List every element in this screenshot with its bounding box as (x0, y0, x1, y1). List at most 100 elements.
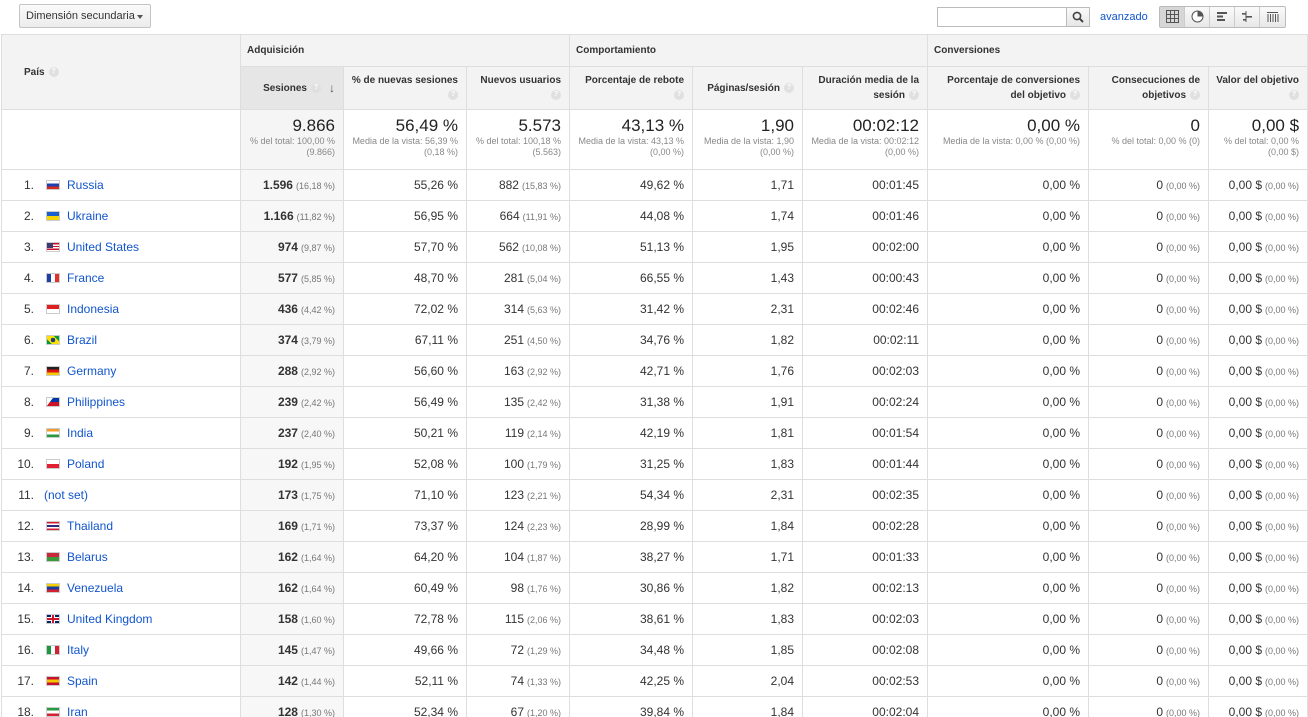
sessions-value: 239 (277, 395, 298, 409)
country-link[interactable]: Ukraine (67, 209, 108, 223)
country-link[interactable]: Spain (67, 674, 98, 688)
country-link[interactable]: Italy (67, 643, 89, 657)
sessions-value: 192 (277, 457, 298, 471)
sessions-pct: (1,44 %) (300, 677, 335, 687)
new-users-pct: (1,76 %) (527, 584, 562, 594)
pivot-view-button[interactable] (1260, 7, 1285, 27)
help-icon[interactable]: ? (448, 90, 458, 101)
new-sessions-cell: 55,26 % (343, 169, 467, 201)
goal-completions-value: 0 (1156, 178, 1163, 192)
new-users-cell: 119 (2,14 %) (465, 417, 571, 449)
summary-value: 43,13 % (621, 116, 685, 135)
country-link[interactable]: India (67, 426, 93, 440)
help-icon[interactable]: ? (909, 90, 920, 101)
country-link[interactable]: Belarus (67, 550, 108, 564)
new-users-pct: (1,87 %) (527, 553, 562, 563)
goal-completions-cell: 0 (0,00 %) (1088, 634, 1210, 666)
country-link[interactable]: Russia (67, 178, 104, 192)
country-cell: 8. Philippines (1, 386, 241, 418)
sessions-value: 577 (277, 271, 298, 285)
country-link[interactable]: Venezuela (67, 581, 123, 595)
table-row: 8. Philippines 239 (2,42 %) 56,49 % 135 (2,42 … (1, 386, 1308, 418)
search-button[interactable] (1067, 7, 1090, 27)
country-link[interactable]: France (67, 271, 104, 285)
avg-duration-cell: 00:02:35 (802, 479, 929, 511)
sessions-value: 374 (277, 333, 298, 347)
comparison-view-button[interactable] (1235, 7, 1260, 27)
flag-by-icon (46, 552, 60, 562)
column-header-new-users[interactable]: Nuevos usuarios? (465, 66, 571, 110)
country-link[interactable]: Iran (67, 705, 88, 717)
country-link[interactable]: Indonesia (67, 302, 119, 316)
help-icon[interactable]: ? (1289, 90, 1300, 101)
dimension-header-country[interactable]: País? (1, 34, 241, 110)
pie-view-button[interactable] (1185, 7, 1210, 27)
summary-bounce-rate: 43,13 % Media de la vista: 43,13 % (0,00 … (569, 109, 694, 170)
goal-value-cell: 0,00 $ (0,00 %) (1208, 634, 1308, 666)
flag-fr-icon (46, 273, 60, 283)
conversion-rate-cell: 0,00 % (927, 479, 1090, 511)
column-header-goal-conversion-rate[interactable]: Porcentaje de conversiones del objetivo? (927, 66, 1090, 110)
column-header-label: Porcentaje de rebote (585, 75, 685, 86)
bounce-rate-cell: 31,38 % (569, 386, 694, 418)
column-header-sessions[interactable]: Sesiones? ↓ (240, 66, 344, 110)
column-header-pages-per-session[interactable]: Páginas/sesión? (692, 66, 804, 110)
goal-value-value: 0,00 $ (1228, 550, 1263, 564)
goal-completions-cell: 0 (0,00 %) (1088, 200, 1210, 232)
country-link[interactable]: Germany (67, 364, 116, 378)
goal-completions-value: 0 (1156, 333, 1163, 347)
summary-value: 5.573 (518, 116, 562, 135)
goal-completions-pct: (0,00 %) (1166, 181, 1201, 191)
table-view-icon (1166, 10, 1179, 23)
help-icon[interactable]: ? (48, 66, 59, 77)
sessions-cell: 158 (1,60 %) (240, 603, 344, 635)
new-users-cell: 882 (15,83 %) (465, 169, 571, 201)
country-link[interactable]: Brazil (67, 333, 97, 347)
summary-value: 00:02:12 (852, 116, 920, 135)
summary-goal-completions: 0% del total: 0,00 % (0) (1088, 109, 1210, 170)
goal-value-cell: 0,00 $ (0,00 %) (1208, 262, 1308, 294)
country-link[interactable]: (not set) (44, 488, 88, 502)
sessions-value: 1.166 (263, 209, 294, 223)
goal-completions-pct: (0,00 %) (1166, 584, 1201, 594)
summary-subtext: % del total: 0,00 % (0,00 $) (1223, 136, 1300, 157)
performance-view-button[interactable] (1210, 7, 1235, 27)
advanced-filter-link[interactable]: avanzado (1100, 11, 1148, 23)
column-header-avg-session-duration[interactable]: Duración media de la sesión? (802, 66, 929, 110)
goal-completions-pct: (0,00 %) (1166, 429, 1201, 439)
country-link[interactable]: United Kingdom (67, 612, 152, 626)
sessions-pct: (1,47 %) (300, 646, 335, 656)
column-header-goal-value[interactable]: Valor del objetivo? (1208, 66, 1308, 110)
goal-value-pct: (0,00 %) (1265, 398, 1300, 408)
table-search-input[interactable] (937, 7, 1067, 27)
country-link[interactable]: Philippines (67, 395, 125, 409)
column-header-new-sessions-pct[interactable]: % de nuevas sesiones? (343, 66, 467, 110)
help-icon[interactable]: ? (311, 83, 321, 93)
flag-pl-icon (46, 459, 60, 469)
country-link[interactable]: United States (67, 240, 139, 254)
goal-completions-cell: 0 (0,00 %) (1088, 231, 1210, 263)
sessions-pct: (2,42 %) (300, 398, 335, 408)
help-icon[interactable]: ? (551, 90, 562, 101)
country-cell: 7. Germany (1, 355, 241, 387)
country-cell: 12. Thailand (1, 510, 241, 542)
column-header-goal-completions[interactable]: Consecuciones de objetivos? (1088, 66, 1210, 110)
country-cell: 5. Indonesia (1, 293, 241, 325)
sessions-pct: (3,79 %) (300, 336, 335, 346)
sessions-cell: 436 (4,42 %) (240, 293, 344, 325)
help-icon[interactable]: ? (784, 82, 795, 93)
column-header-bounce-rate[interactable]: Porcentaje de rebote? (569, 66, 694, 110)
goal-completions-pct: (0,00 %) (1166, 305, 1201, 315)
secondary-dimension-dropdown[interactable]: Dimensión secundaria (19, 4, 151, 28)
country-link[interactable]: Thailand (67, 519, 113, 533)
help-icon[interactable]: ? (1070, 90, 1081, 101)
sort-descending-icon: ↓ (329, 80, 335, 95)
help-icon[interactable]: ? (1190, 90, 1201, 101)
summary-pages-per-session: 1,90 Media de la vista: 1,90 (0,00 %) (692, 109, 804, 170)
table-view-button[interactable] (1160, 7, 1185, 27)
country-link[interactable]: Poland (67, 457, 104, 471)
pages-per-session-cell: 1,76 (692, 355, 804, 387)
help-icon[interactable]: ? (674, 90, 685, 101)
new-users-pct: (2,42 %) (527, 398, 562, 408)
country-cell: 11. (not set) (1, 479, 241, 511)
